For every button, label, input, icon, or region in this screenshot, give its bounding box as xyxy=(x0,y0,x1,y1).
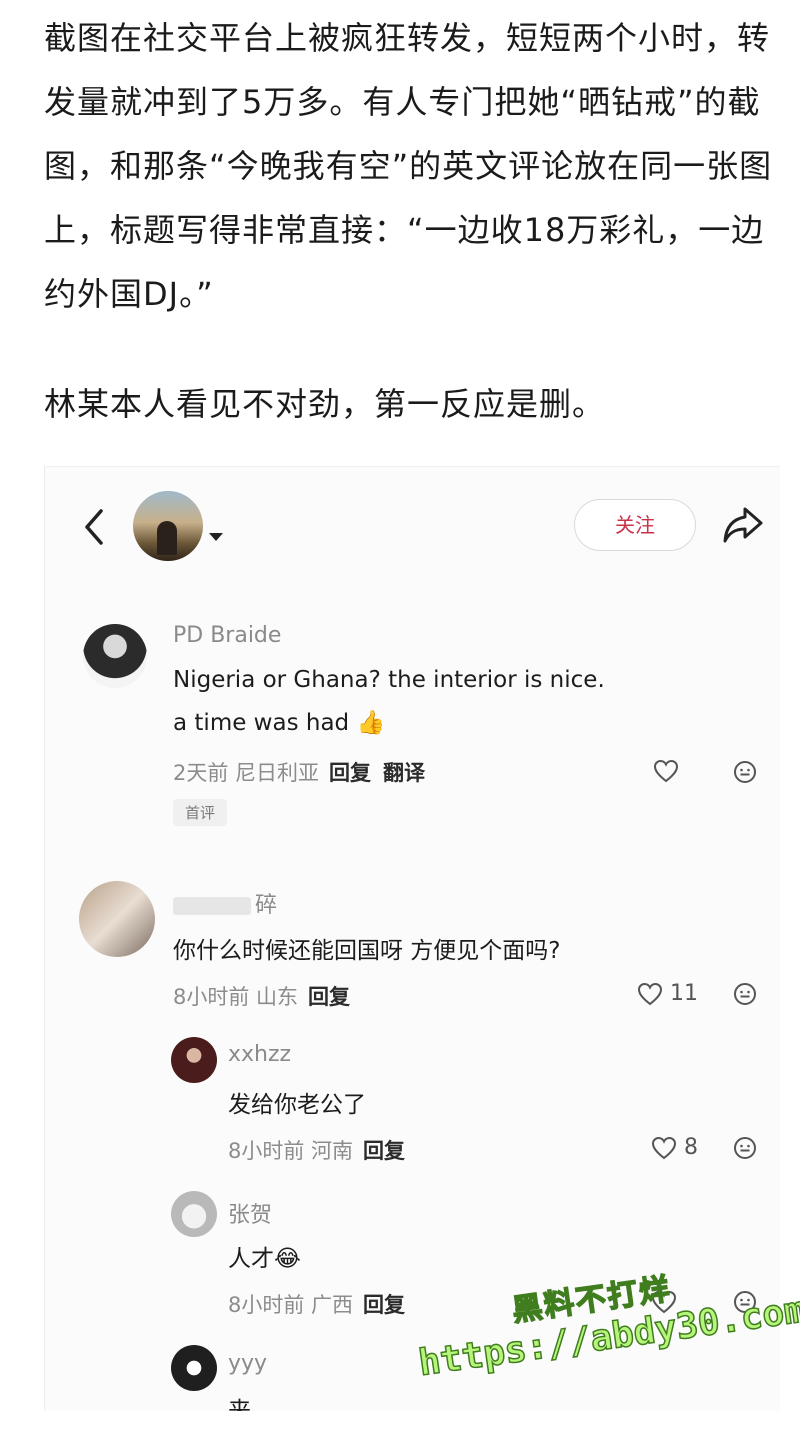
reply-button[interactable]: 回复 xyxy=(308,985,350,1009)
commenter-avatar[interactable] xyxy=(171,1345,217,1391)
commenter-avatar[interactable] xyxy=(171,1191,217,1237)
like-count: 8 xyxy=(684,1135,698,1160)
like-button[interactable] xyxy=(653,758,679,783)
translate-button[interactable]: 翻译 xyxy=(383,761,425,785)
commenter-name[interactable]: PD Braide xyxy=(173,623,281,648)
heart-icon xyxy=(637,982,663,1006)
reply-button[interactable]: 回复 xyxy=(329,761,371,785)
comment-text-line-2: a time was had 👍 xyxy=(173,710,386,736)
share-icon[interactable] xyxy=(721,503,765,545)
comment-meta: 8小时前 山东 回复 xyxy=(173,981,350,1011)
comment-time-location: 8小时前 河南 xyxy=(228,1139,354,1163)
article-paragraph-2: 林某本人看见不对劲，第一反应是删。 xyxy=(44,385,606,423)
commenter-avatar[interactable] xyxy=(79,881,155,957)
commenter-name[interactable]: yyy xyxy=(228,1351,267,1376)
emoji-icon[interactable] xyxy=(733,1136,757,1160)
comment-text: Nigeria or Ghana? the interior is nice. xyxy=(173,667,605,693)
reply-button[interactable]: 回复 xyxy=(363,1293,405,1317)
like-button[interactable]: 8 xyxy=(651,1135,698,1160)
follow-button[interactable]: 关注 xyxy=(574,499,696,551)
caret-down-icon[interactable] xyxy=(209,533,223,541)
top-bar: 关注 xyxy=(45,467,780,587)
commenter-name[interactable]: 张贺 xyxy=(228,1197,272,1229)
comment-time-location: 8小时前 山东 xyxy=(173,985,299,1009)
commenter-name-suffix: 碎 xyxy=(255,893,278,918)
commenter-name[interactable]: 碎 xyxy=(173,887,277,919)
heart-icon xyxy=(653,759,679,783)
avatar-person-figure xyxy=(157,521,177,555)
article-body: 截图在社交平台上被疯狂转发，短短两个小时，转发量就冲到了5万多。有人专门把她“晒… xyxy=(44,6,774,436)
comment-time-location: 8小时前 广西 xyxy=(228,1293,354,1317)
comment-text: 人才😂 xyxy=(228,1246,301,1272)
commenter-avatar[interactable] xyxy=(171,1037,217,1083)
commenter-name[interactable]: xxhzz xyxy=(228,1042,291,1067)
comment-text: 来 xyxy=(228,1398,251,1411)
emoji-icon[interactable] xyxy=(733,982,757,1006)
like-count: 11 xyxy=(670,981,698,1006)
reply-button[interactable]: 回复 xyxy=(363,1139,405,1163)
first-comment-tag: 首评 xyxy=(173,799,228,826)
like-button[interactable]: 11 xyxy=(637,981,698,1006)
comment-time-location: 2天前 尼日利亚 xyxy=(173,761,320,785)
blurred-name xyxy=(173,897,251,915)
article-paragraph-1: 截图在社交平台上被疯狂转发，短短两个小时，转发量就冲到了5万多。有人专门把她“晒… xyxy=(44,19,773,313)
profile-avatar[interactable] xyxy=(133,491,203,561)
comment-text: 你什么时候还能回国呀 方便见个面吗? xyxy=(173,938,561,964)
emoji-icon[interactable] xyxy=(733,760,757,784)
comment-text: 发给你老公了 xyxy=(228,1092,366,1118)
comment-meta: 2天前 尼日利亚 回复 翻译 xyxy=(173,757,425,787)
back-arrow-icon[interactable] xyxy=(79,507,109,547)
commenter-avatar[interactable] xyxy=(83,624,147,688)
heart-icon xyxy=(651,1136,677,1160)
comment-meta: 8小时前 河南 回复 xyxy=(228,1135,405,1165)
comment-meta: 8小时前 广西 回复 xyxy=(228,1289,405,1319)
